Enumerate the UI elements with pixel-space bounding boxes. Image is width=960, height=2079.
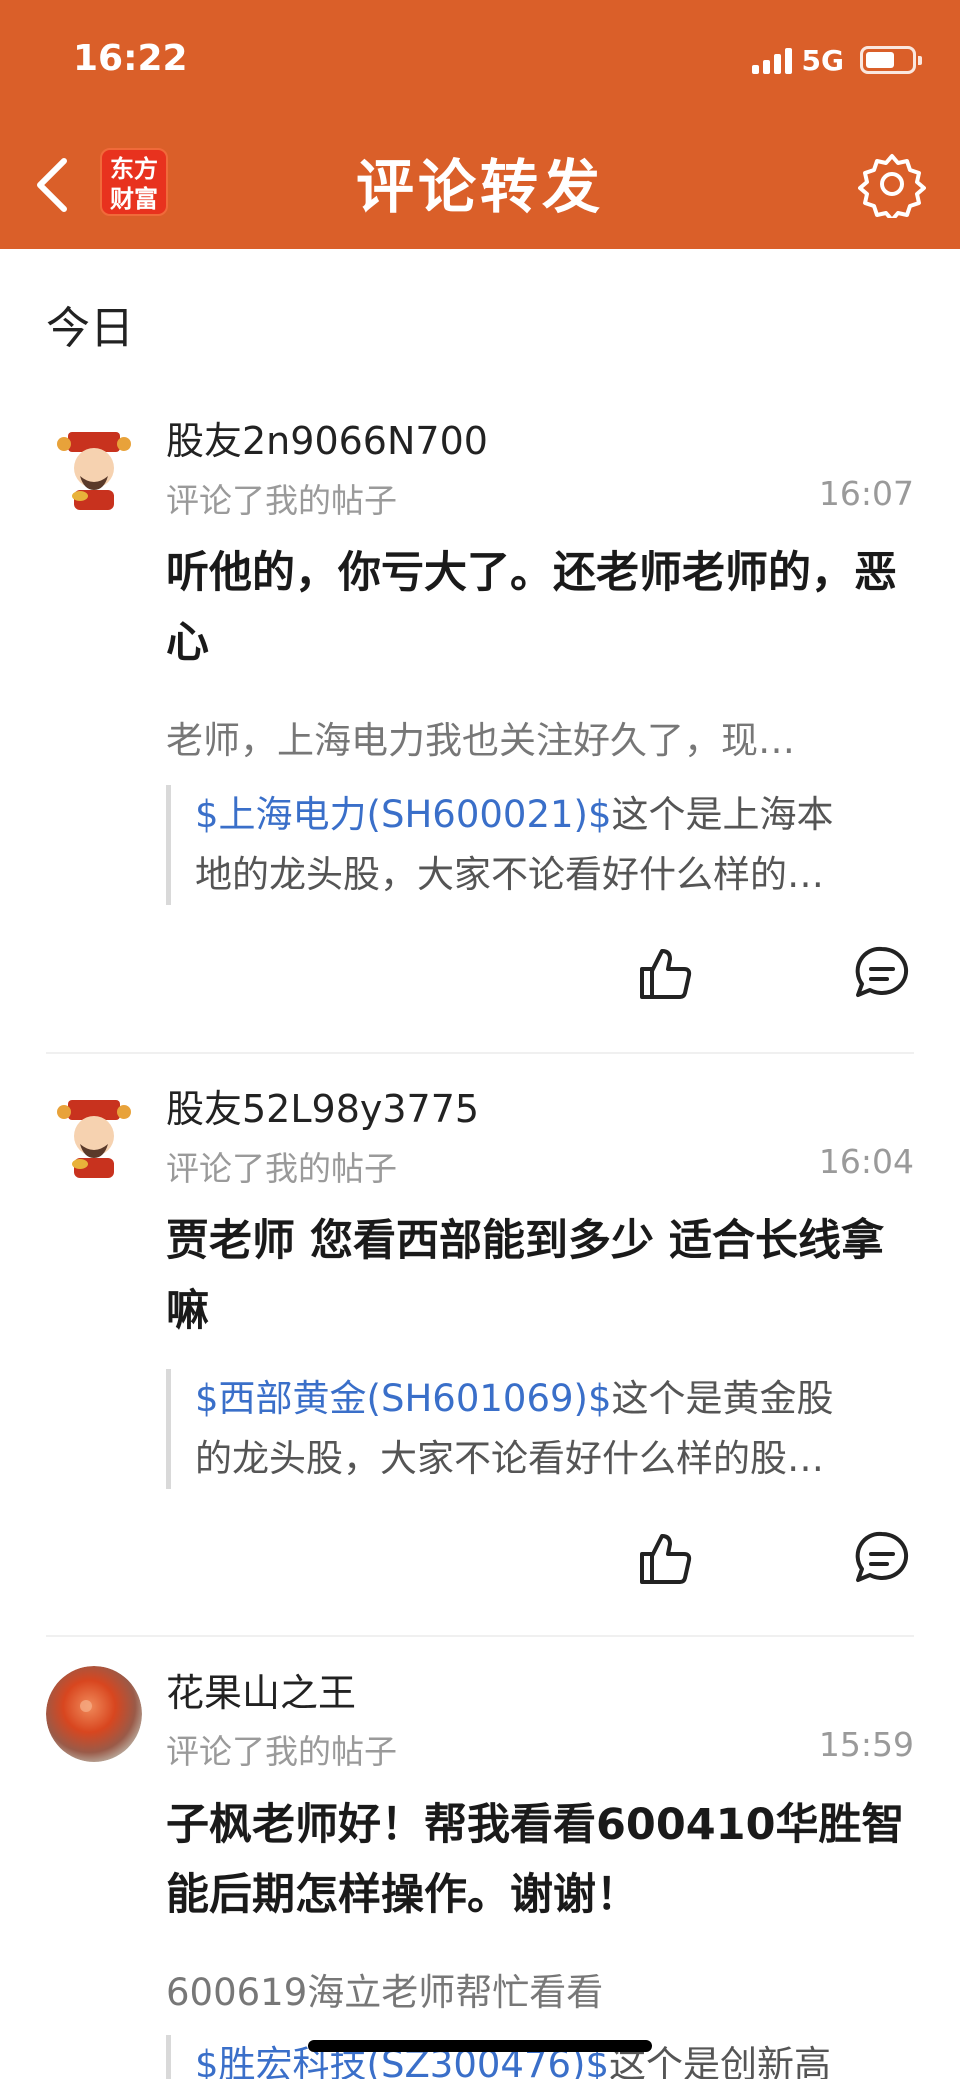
comment-text[interactable]: 子枫老师好！帮我看看600410华胜智能后期怎样操作。谢谢！ bbox=[166, 1790, 926, 1930]
reply-text[interactable]: 600619海立老师帮忙看看 bbox=[166, 1962, 896, 2016]
action-text: 评论了我的帖子 bbox=[166, 1732, 397, 1771]
avatar[interactable] bbox=[46, 1666, 142, 1762]
username[interactable]: 花果山之王 bbox=[166, 1662, 356, 1717]
list-item[interactable]: 花果山之王 评论了我的帖子 15:59 子枫老师好！帮我看看600410华胜智能… bbox=[0, 0, 960, 2079]
avatar-image bbox=[46, 1666, 142, 1762]
home-indicator[interactable] bbox=[308, 2040, 652, 2052]
timestamp: 15:59 bbox=[818, 1725, 914, 1764]
